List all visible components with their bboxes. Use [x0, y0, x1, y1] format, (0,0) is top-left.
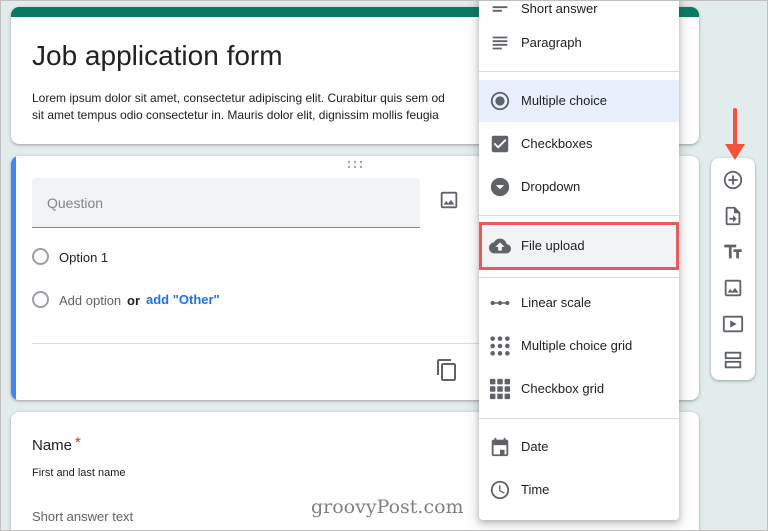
watermark: groovyPost.com	[311, 496, 464, 518]
menu-item-label: Linear scale	[521, 295, 592, 310]
menu-item-file-upload[interactable]: File upload	[479, 222, 679, 270]
add-option-radio	[32, 291, 49, 308]
menu-item-checkboxes[interactable]: Checkboxes	[479, 123, 679, 165]
menu-item-label: Multiple choice grid	[521, 338, 633, 353]
question-type-menu: Short answer Paragraph Multiple choice C…	[479, 0, 679, 520]
name-question-title: Name	[32, 437, 73, 454]
question-input[interactable]: Question	[32, 178, 420, 228]
option-1-radio[interactable]	[32, 248, 49, 265]
cloud-upload-icon	[489, 235, 511, 257]
add-option-button[interactable]: Add option	[59, 293, 121, 308]
drag-handle-icon[interactable]	[347, 161, 363, 171]
form-description[interactable]: Lorem ipsum dolor sit amet, consectetur …	[32, 90, 487, 124]
question-placeholder: Question	[47, 195, 104, 211]
add-video-icon[interactable]	[722, 313, 744, 335]
menu-divider	[479, 215, 679, 216]
annotation-arrow-icon	[725, 108, 745, 160]
form-title[interactable]: Job application form	[32, 40, 283, 72]
menu-item-multiple-choice[interactable]: Multiple choice	[479, 80, 679, 122]
dropdown-icon	[489, 176, 511, 198]
or-text: or	[127, 293, 140, 308]
menu-divider	[479, 277, 679, 278]
add-question-icon[interactable]	[722, 169, 744, 191]
menu-item-label: Multiple choice	[521, 93, 607, 108]
menu-item-multiple-choice-grid[interactable]: Multiple choice grid	[479, 325, 679, 367]
add-section-icon[interactable]	[722, 349, 744, 371]
menu-item-label: Paragraph	[521, 35, 582, 50]
short-answer-icon	[489, 0, 511, 20]
import-questions-icon[interactable]	[722, 205, 744, 227]
menu-item-label: Date	[521, 439, 549, 454]
option-1-label[interactable]: Option 1	[59, 250, 108, 265]
add-image-icon[interactable]	[438, 189, 460, 211]
menu-divider	[479, 418, 679, 419]
checkbox-grid-icon	[489, 378, 511, 400]
menu-item-label: Checkbox grid	[521, 381, 605, 396]
add-image-icon[interactable]	[722, 277, 744, 299]
clock-icon	[489, 479, 511, 501]
menu-item-label: Checkboxes	[521, 136, 593, 151]
menu-item-label: Short answer	[521, 1, 598, 16]
grid-icon	[489, 335, 511, 357]
add-other-link[interactable]: add "Other"	[146, 292, 220, 307]
radio-button-icon	[489, 90, 511, 112]
menu-item-label: Dropdown	[521, 179, 581, 194]
paragraph-icon	[489, 32, 511, 54]
required-asterisk: *	[75, 434, 81, 451]
short-answer-placeholder: Short answer text	[32, 509, 134, 524]
menu-divider	[479, 71, 679, 72]
form-description-line-2: sit amet tempus odio consectetur in. Mau…	[32, 108, 439, 122]
active-question-indicator	[11, 156, 16, 400]
calendar-icon	[489, 436, 511, 458]
menu-item-checkbox-grid[interactable]: Checkbox grid	[479, 368, 679, 410]
menu-item-dropdown[interactable]: Dropdown	[479, 166, 679, 208]
add-title-icon[interactable]	[722, 241, 744, 263]
name-question-description: First and last name	[32, 467, 126, 479]
menu-item-date[interactable]: Date	[479, 426, 679, 468]
menu-item-time[interactable]: Time	[479, 469, 679, 511]
linear-scale-icon	[489, 292, 511, 314]
menu-item-linear-scale[interactable]: Linear scale	[479, 282, 679, 324]
floating-toolbar	[711, 158, 755, 380]
form-description-line-1: Lorem ipsum dolor sit amet, consectetur …	[32, 91, 445, 105]
checkbox-icon	[489, 133, 511, 155]
menu-item-paragraph[interactable]: Paragraph	[479, 22, 679, 64]
duplicate-icon[interactable]	[435, 358, 459, 382]
menu-item-label: File upload	[521, 238, 585, 253]
menu-item-label: Time	[521, 482, 550, 497]
